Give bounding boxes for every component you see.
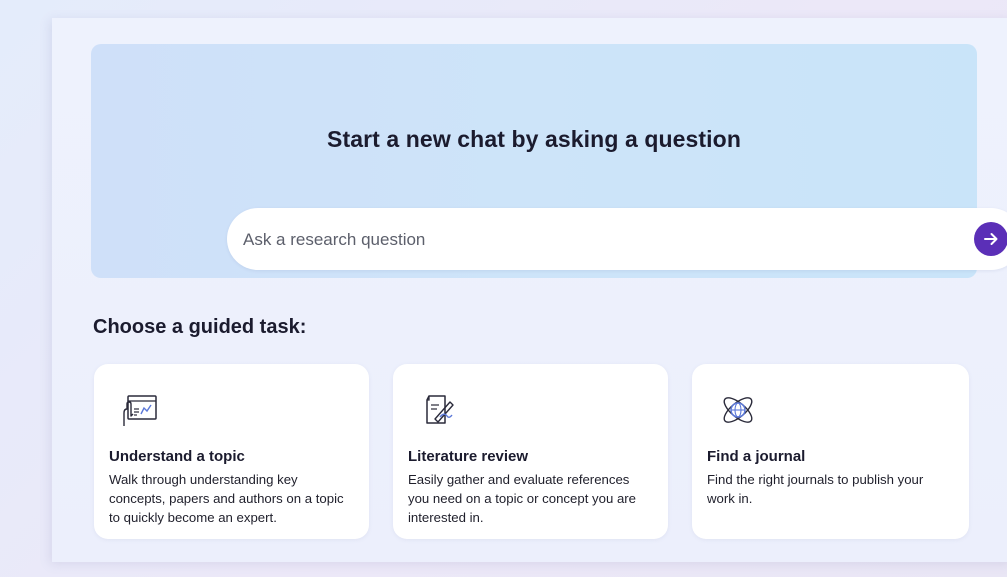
hero-title: Start a new chat by asking a question [327, 126, 741, 152]
card-title: Find a journal [707, 448, 806, 465]
find-journal-card[interactable]: Find a journal Find the right journals t… [692, 364, 969, 539]
card-description: Walk through understanding key concepts,… [109, 472, 344, 525]
guided-task-heading: Choose a guided task: [93, 316, 307, 338]
globe-orbit-icon [723, 397, 753, 423]
search-box[interactable] [227, 208, 1007, 272]
literature-review-card[interactable]: Literature review Easily gather and eval… [393, 364, 668, 539]
topic-screen-hand-icon [123, 395, 157, 426]
question-hero: Start a new chat by asking a question [91, 44, 1007, 278]
document-writing-icon [426, 395, 454, 424]
card-description: Find the right journals to publish your … [707, 472, 924, 506]
arrow-right-icon [984, 233, 998, 245]
send-button[interactable] [974, 222, 1007, 256]
card-title: Understand a topic [109, 448, 245, 465]
research-question-input[interactable] [241, 208, 965, 272]
card-description: Easily gather and evaluate references yo… [408, 472, 637, 525]
understand-topic-card[interactable]: Understand a topic Walk through understa… [94, 364, 369, 539]
card-title: Literature review [408, 448, 529, 465]
